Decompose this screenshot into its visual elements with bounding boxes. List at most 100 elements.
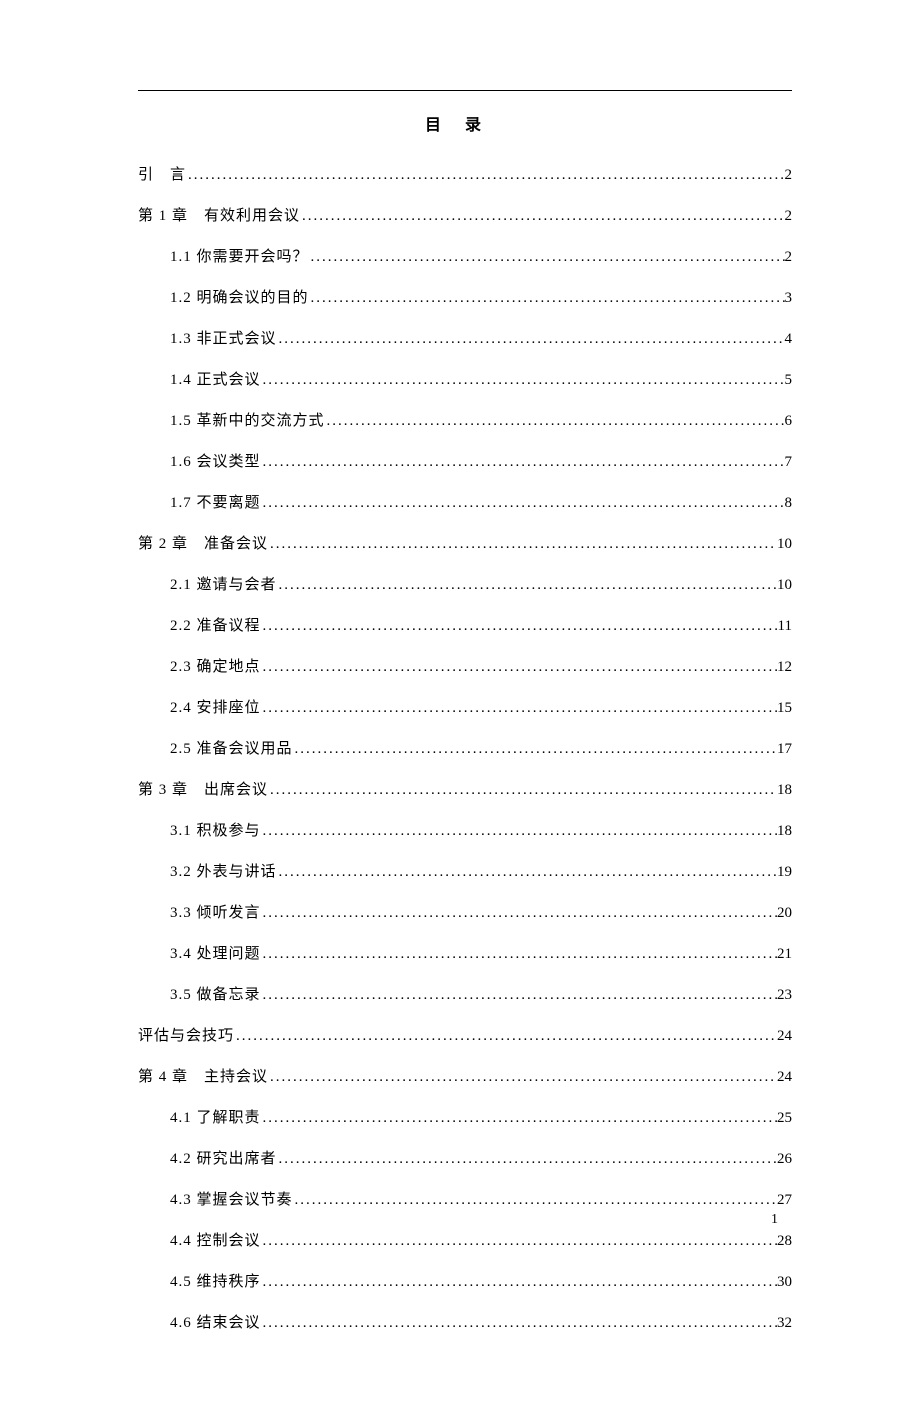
toc-entry-label: 3.3 倾听发言 [170,901,261,922]
toc-dot-leader [261,1110,777,1127]
toc-entry-page: 12 [777,659,792,676]
toc-dot-leader [277,331,785,348]
toc-entry-page: 27 [777,1192,792,1209]
toc-entry-page: 3 [785,290,793,307]
toc-dot-leader [261,618,778,635]
toc-entry: 3.4 处理问题21 [170,942,792,963]
toc-entry-label: 第 1 章 有效利用会议 [138,204,300,225]
toc-dot-leader [261,1315,777,1332]
toc-dot-leader [268,536,777,553]
toc-entry-label: 2.1 邀请与会者 [170,573,277,594]
toc-dot-leader [261,372,785,389]
toc-entry-page: 6 [785,413,793,430]
toc-entry-label: 4.5 维持秩序 [170,1270,261,1291]
toc-entry-label: 2.5 准备会议用品 [170,737,293,758]
toc-entry: 1.4 正式会议 5 [170,368,792,389]
toc-entry-page: 4 [785,331,793,348]
toc-entry-page: 8 [785,495,793,512]
toc-dot-leader [186,167,784,184]
page-number: 1 [771,1212,778,1228]
toc-entry-page: 24 [777,1028,792,1045]
toc-dot-leader [234,1028,777,1045]
toc-entry-page: 15 [777,700,792,717]
toc-dot-leader [261,905,777,922]
toc-entry-page: 2 [785,208,793,225]
toc-entry-label: 2.4 安排座位 [170,696,261,717]
toc-entry-page: 10 [777,577,792,594]
toc-entry-page: 5 [785,372,793,389]
toc-entry-label: 1.1 你需要开会吗？ [170,245,309,266]
toc-dot-leader [300,208,784,225]
toc-entry: 4.6 结束会议32 [170,1311,792,1332]
toc-entry: 评估与会技巧 24 [138,1024,792,1045]
toc-entry-label: 2.3 确定地点 [170,655,261,676]
toc-entry-page: 30 [777,1274,792,1291]
toc-entry: 1.3 非正式会议 4 [170,327,792,348]
toc-entry-label: 4.1 了解职责 [170,1106,261,1127]
toc-dot-leader [261,659,777,676]
toc-entry-label: 4.6 结束会议 [170,1311,261,1332]
toc-entry: 4.2 研究出席者 26 [170,1147,792,1168]
toc-title: 目录 [138,111,792,135]
toc-entry-label: 第 4 章 主持会议 [138,1065,268,1086]
toc-entry: 1.1 你需要开会吗？ 2 [170,245,792,266]
toc-entry: 第 1 章 有效利用会议 2 [138,204,792,225]
toc-entry-page: 10 [777,536,792,553]
toc-entry-label: 评估与会技巧 [138,1024,234,1045]
toc-entry: 2.5 准备会议用品 17 [170,737,792,758]
toc-dot-leader [261,1233,777,1250]
toc-entry-page: 18 [777,782,792,799]
toc-entry: 1.5 革新中的交流方式 6 [170,409,792,430]
toc-entry: 3.5 做备忘录 23 [170,983,792,1004]
toc-entry: 2.1 邀请与会者 10 [170,573,792,594]
document-page: 目录 引 言 2 第 1 章 有效利用会议 2 1.1 你需要开会吗？ 2 1.2 明确会议… [0,0,920,1412]
toc-entry: 2.3 确定地点 12 [170,655,792,676]
toc-entry: 1.6 会议类型7 [170,450,792,471]
toc-entry: 4.3 掌握会议节奏 27 [170,1188,792,1209]
toc-entry: 1.7 不要离题 8 [170,491,792,512]
toc-entry-page: 2 [785,249,793,266]
toc-entry: 引 言 2 [138,163,792,184]
toc-dot-leader [261,823,777,840]
toc-entry-page: 25 [777,1110,792,1127]
toc-entry-page: 17 [777,741,792,758]
toc-entry-page: 23 [777,987,792,1004]
toc-entry-page: 21 [777,946,792,963]
toc-entry-page: 18 [777,823,792,840]
toc-entry-label: 1.5 革新中的交流方式 [170,409,325,430]
toc-entry-label: 1.3 非正式会议 [170,327,277,348]
toc-entry-page: 26 [777,1151,792,1168]
toc-entry-label: 4.3 掌握会议节奏 [170,1188,293,1209]
toc-entry: 1.2 明确会议的目的 3 [170,286,792,307]
header-rule [138,90,792,91]
toc-list: 引 言 2 第 1 章 有效利用会议 2 1.1 你需要开会吗？ 2 1.2 明确会议的目的… [138,163,792,1332]
toc-entry: 3.3 倾听发言 20 [170,901,792,922]
toc-entry-label: 3.5 做备忘录 [170,983,261,1004]
toc-entry-label: 引 言 [138,163,186,184]
toc-entry-label: 3.2 外表与讲话 [170,860,277,881]
toc-entry: 第 3 章 出席会议 18 [138,778,792,799]
toc-entry-page: 20 [777,905,792,922]
toc-dot-leader [309,249,785,266]
toc-entry: 4.1 了解职责 25 [170,1106,792,1127]
toc-entry-label: 1.7 不要离题 [170,491,261,512]
toc-entry-page: 2 [785,167,793,184]
toc-entry-label: 3.1 积极参与 [170,819,261,840]
toc-entry-label: 第 2 章 准备会议 [138,532,268,553]
toc-entry-page: 19 [777,864,792,881]
toc-dot-leader [309,290,785,307]
toc-dot-leader [261,700,777,717]
toc-entry-label: 1.6 会议类型 [170,450,261,471]
toc-dot-leader [277,1151,777,1168]
toc-entry-label: 1.4 正式会议 [170,368,261,389]
toc-entry: 第 4 章 主持会议24 [138,1065,792,1086]
toc-entry: 4.5 维持秩序 30 [170,1270,792,1291]
toc-dot-leader [261,987,777,1004]
toc-dot-leader [293,741,777,758]
toc-dot-leader [261,1274,777,1291]
toc-entry-label: 4.2 研究出席者 [170,1147,277,1168]
toc-entry-label: 1.2 明确会议的目的 [170,286,309,307]
toc-entry-label: 第 3 章 出席会议 [138,778,268,799]
toc-entry: 2.4 安排座位 15 [170,696,792,717]
toc-dot-leader [261,495,785,512]
